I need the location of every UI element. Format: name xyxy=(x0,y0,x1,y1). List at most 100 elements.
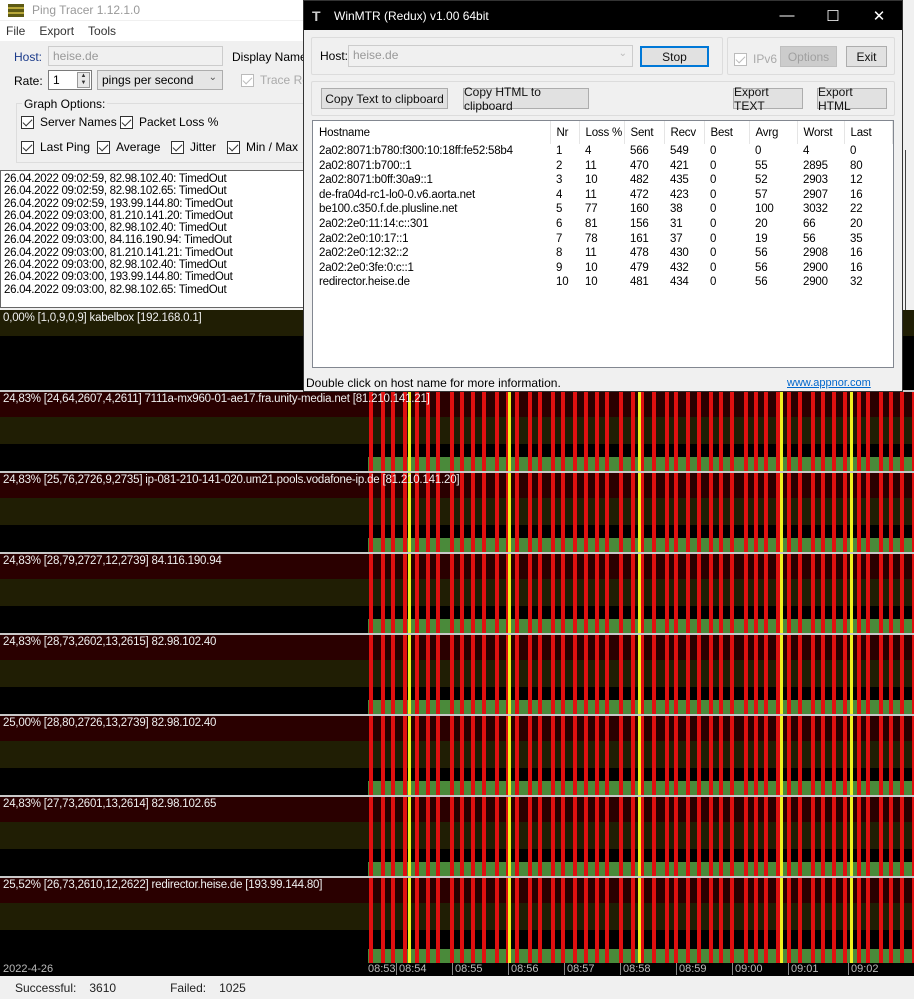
copy-html-button[interactable]: Copy HTML to clipboard xyxy=(463,85,589,113)
timeout-bar xyxy=(561,877,565,963)
timeout-bar xyxy=(381,634,385,714)
hops-table[interactable]: Hostname Nr Loss % Sent Recv Best Avrg W… xyxy=(312,120,894,368)
col-nr[interactable]: Nr xyxy=(550,121,580,144)
jitter-checkbox[interactable]: Jitter xyxy=(171,140,216,154)
timeout-bar xyxy=(391,634,395,714)
failed-count: 1025 xyxy=(219,980,246,995)
col-recv[interactable]: Recv xyxy=(664,121,705,144)
ping-graph[interactable]: 24,83% [24,64,2607,4,2611] 7111a-mx960-0… xyxy=(0,391,914,471)
timeout-bar xyxy=(652,877,656,963)
cell-avrg: 56 xyxy=(755,276,768,289)
menu-tools[interactable]: Tools xyxy=(88,24,116,38)
cell-nr: 2 xyxy=(556,159,563,172)
options-button[interactable]: Options xyxy=(780,46,837,67)
event-log[interactable]: 26.04.2022 09:02:59, 82.98.102.40: Timed… xyxy=(0,170,306,308)
log-entry: 26.04.2022 09:02:59, 82.98.102.65: Timed… xyxy=(4,185,227,198)
col-loss[interactable]: Loss % xyxy=(579,121,625,144)
table-row[interactable]: 2a02:2e0:3fe:0:c::1 9 10 479 432 0 56 2900 16 xyxy=(313,261,892,276)
menu-bar: File Export Tools xyxy=(0,21,310,41)
copy-text-button[interactable]: Copy Text to clipboard xyxy=(321,88,448,109)
min-max-checkbox[interactable]: Min / Max xyxy=(227,140,298,154)
table-row[interactable]: de-fra04d-rc1-lo0-0.v6.aorta.net 4 11 472 42… xyxy=(313,188,892,203)
cell-hostname: 2a02:8071:b780:f300:10:18ff:fe52:58b4 xyxy=(319,145,513,157)
log-entry: 26.04.2022 09:03:00, 81.210.141.20: Time… xyxy=(4,209,233,222)
col-best[interactable]: Best xyxy=(704,121,750,144)
checkbox-icon xyxy=(21,115,34,129)
menu-export[interactable]: Export xyxy=(39,24,74,38)
graph-separator xyxy=(0,471,914,473)
ping-graph[interactable]: 24,83% [28,73,2602,13,2615] 82.98.102.40 xyxy=(0,634,914,714)
col-worst[interactable]: Worst xyxy=(797,121,845,144)
timeout-bar xyxy=(787,472,791,552)
ipv6-checkbox[interactable]: IPv6 xyxy=(734,52,777,66)
exit-button[interactable]: Exit xyxy=(846,46,887,67)
table-row[interactable]: be100.c350.f.de.plusline.net 5 77 160 38 0 100… xyxy=(313,202,892,217)
timeout-bar xyxy=(900,715,904,795)
timeout-bar xyxy=(551,796,555,876)
timeout-bar xyxy=(619,553,623,633)
col-last[interactable]: Last xyxy=(844,121,893,144)
timeout-bar xyxy=(787,877,791,963)
timeout-bar xyxy=(866,391,870,471)
ping-graph[interactable]: 24,83% [28,79,2727,12,2739] 84.116.190.9… xyxy=(0,553,914,633)
mtr-status-bar: Double click on host name for more infor… xyxy=(304,373,902,392)
ping-graph[interactable]: 24,83% [25,76,2726,9,2735] ip-081-210-14… xyxy=(0,472,914,552)
log-scrollbar[interactable] xyxy=(905,150,914,310)
col-hostname[interactable]: Hostname xyxy=(313,121,551,144)
timeout-bar xyxy=(879,472,883,552)
close-button[interactable]: ✕ xyxy=(856,7,902,25)
timeout-bar xyxy=(573,634,577,714)
ping-graph[interactable]: 25,52% [26,73,2610,12,2622] redirector.h… xyxy=(0,877,914,963)
mtr-status-text: Double click on host name for more infor… xyxy=(306,375,561,390)
spike-bar xyxy=(780,391,783,471)
appnor-link[interactable]: www.appnor.com xyxy=(787,377,871,389)
log-entry: 26.04.2022 09:03:00, 81.210.141.21: Time… xyxy=(4,246,233,259)
export-html-button[interactable]: Export HTML xyxy=(817,85,887,113)
cell-sent: 566 xyxy=(630,145,649,157)
ping-graph[interactable]: 24,83% [27,73,2601,13,2614] 82.98.102.65 xyxy=(0,796,914,876)
timeout-bar xyxy=(460,715,464,795)
rate-unit-select[interactable]: pings per second ⌄ xyxy=(97,70,223,90)
col-sent[interactable]: Sent xyxy=(624,121,665,144)
table-row[interactable]: redirector.heise.de 10 10 481 434 0 56 2900 32 xyxy=(313,275,892,290)
timeout-bar xyxy=(744,391,748,471)
table-row[interactable]: 2a02:2e0:11:14:c::301 6 81 156 31 0 20 66 20 xyxy=(313,217,892,232)
packet-loss-label: Packet Loss % xyxy=(139,115,219,129)
table-row[interactable]: 2a02:8071:b0ff:30a9::1 3 10 482 435 0 52 2903 12 xyxy=(313,173,892,188)
host-input[interactable]: heise.de xyxy=(48,46,223,66)
rate-input[interactable]: 1 ▲ ▼ xyxy=(48,70,92,90)
timeout-bar xyxy=(551,391,555,471)
packet-loss-checkbox[interactable]: Packet Loss % xyxy=(120,115,218,129)
minimize-button[interactable]: — xyxy=(764,7,810,25)
rate-spinner[interactable]: ▲ ▼ xyxy=(77,72,90,88)
server-names-checkbox[interactable]: Server Names xyxy=(21,115,117,129)
time-tick: 08:58 xyxy=(620,963,651,975)
table-row[interactable]: 2a02:2e0:10:17::1 7 78 161 37 0 19 56 35 xyxy=(313,232,892,247)
table-row[interactable]: 2a02:8071:b780:f300:10:18ff:fe52:58b4 1 4 5… xyxy=(313,144,892,159)
export-text-button[interactable]: Export TEXT xyxy=(733,85,803,113)
timeout-bar xyxy=(879,391,883,471)
timeout-bar xyxy=(450,796,454,876)
cell-nr: 4 xyxy=(556,188,563,201)
timeout-bar xyxy=(605,391,609,471)
timeout-bar xyxy=(709,472,713,552)
col-avrg[interactable]: Avrg xyxy=(749,121,798,144)
mtr-host-input[interactable]: heise.de ⌄ xyxy=(348,45,633,67)
spike-bar xyxy=(850,391,853,471)
average-checkbox[interactable]: Average xyxy=(97,140,160,154)
maximize-button[interactable]: ☐ xyxy=(810,7,856,25)
table-row[interactable]: 2a02:8071:b700::1 2 11 470 421 0 55 2895 80 xyxy=(313,159,892,174)
ping-graph[interactable]: 25,00% [28,80,2726,13,2739] 82.98.102.40 xyxy=(0,715,914,795)
last-ping-checkbox[interactable]: Last Ping xyxy=(21,140,90,154)
successful-count: 3610 xyxy=(89,980,117,995)
trace-route-checkbox[interactable]: Trace Ro xyxy=(241,73,309,87)
timeout-bar xyxy=(821,634,825,714)
checkbox-icon xyxy=(21,140,34,154)
timeout-bar xyxy=(686,634,690,714)
table-row[interactable]: 2a02:2e0:12:32::2 8 11 478 430 0 56 2908 16 xyxy=(313,246,892,261)
stop-button[interactable]: Stop xyxy=(640,46,709,67)
menu-file[interactable]: File xyxy=(6,24,25,38)
spike-bar xyxy=(508,553,511,633)
failed-label: Failed: xyxy=(170,980,207,995)
timeout-bar xyxy=(381,796,385,876)
